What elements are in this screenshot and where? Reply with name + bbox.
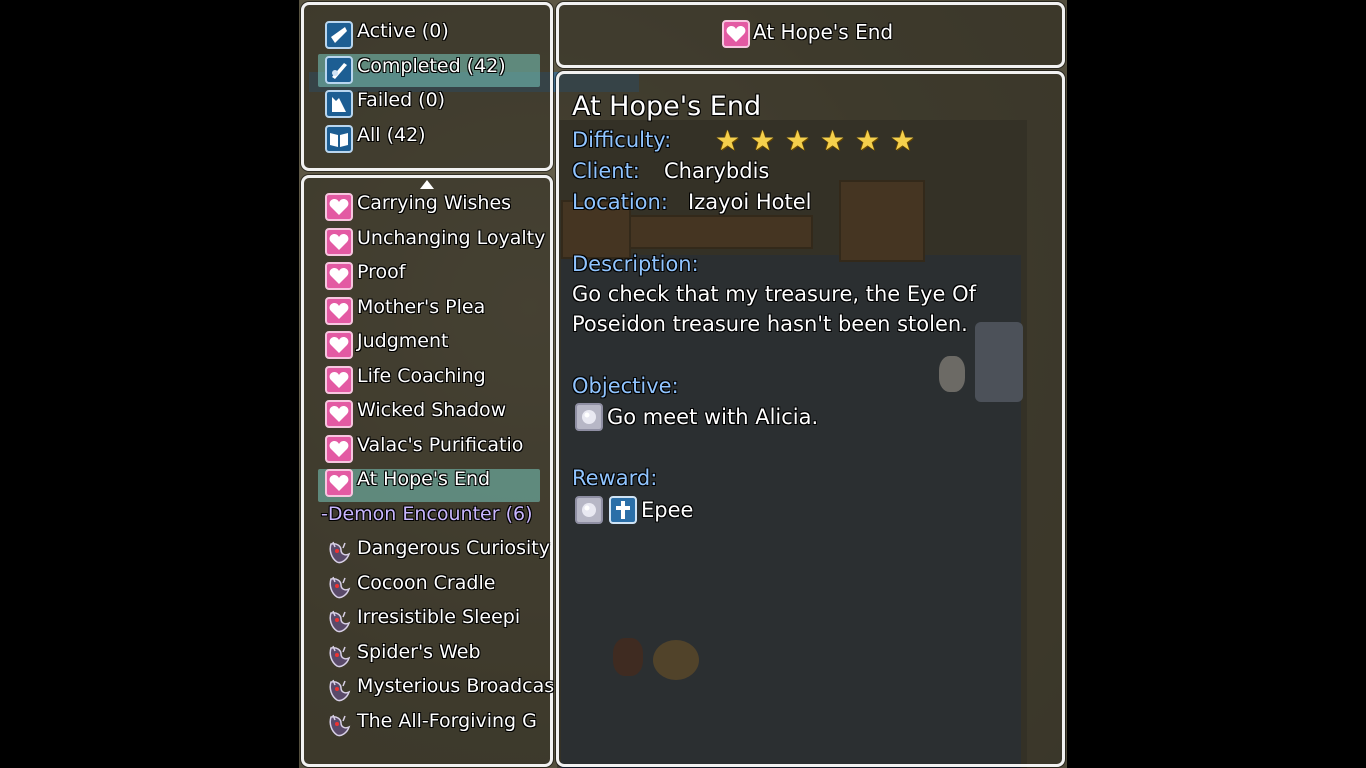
category-item-label[interactable]: Completed (42): [357, 53, 506, 79]
client-value: Charybdis: [664, 159, 770, 183]
demon-quest-item-label[interactable]: The All-Forgiving G: [357, 708, 537, 734]
difficulty-label: Difficulty:: [572, 128, 672, 152]
client-label: Client:: [572, 159, 640, 183]
pearl-icon: [575, 403, 603, 431]
difficulty-star-icon: ★: [855, 124, 881, 157]
difficulty-star-icon: ★: [785, 124, 811, 157]
location-label: Location:: [572, 190, 668, 214]
heart-icon: [325, 296, 353, 325]
reward-label: Reward:: [572, 466, 658, 490]
category-item-label[interactable]: Active (0): [357, 18, 449, 44]
description-line-2: Poseidon treasure hasn't been stolen.: [572, 312, 968, 336]
heart-icon: [325, 193, 353, 221]
difficulty-star-icon: ★: [820, 124, 846, 157]
difficulty-star-icon: ★: [890, 124, 916, 157]
quest-item-label[interactable]: Life Coaching: [357, 363, 486, 389]
demon-icon: [325, 676, 353, 704]
heart-icon: [325, 400, 353, 428]
title-window-label: At Hope's End: [753, 20, 894, 44]
group-header-demon-encounter[interactable]: -Demon Encounter (6): [321, 501, 533, 527]
quest-item-label[interactable]: At Hope's End: [357, 466, 490, 492]
quest-item-label[interactable]: Valac's Purificatio: [357, 432, 523, 458]
objective-label: Objective:: [572, 374, 679, 398]
heart-icon: [722, 20, 750, 48]
quest-item-label[interactable]: Unchanging Loyalty: [357, 225, 545, 251]
heart-icon: [325, 227, 353, 256]
pearl-icon: [575, 496, 603, 524]
game-screen: At Hope's End At Hope's End Difficulty: …: [299, 0, 1067, 768]
demon-quest-item-label[interactable]: Irresistible Sleepi: [357, 604, 520, 630]
broken-icon: [325, 90, 353, 118]
description-line-1: Go check that my treasure, the Eye Of: [572, 282, 977, 306]
heart-icon: [325, 469, 353, 497]
demon-icon: [325, 538, 353, 566]
location-value: Izayoi Hotel: [688, 190, 812, 214]
heart-icon: [325, 434, 353, 463]
objective-value: Go meet with Alicia.: [607, 405, 819, 429]
reward-value: Epee: [641, 498, 694, 522]
quest-item-label[interactable]: Proof: [357, 259, 405, 285]
quest-item-label[interactable]: Mother's Plea: [357, 294, 485, 320]
quest-item-label[interactable]: Judgment: [357, 328, 448, 354]
demon-icon: [325, 711, 353, 739]
quest-scroll-icon: [325, 21, 353, 49]
demon-icon: [325, 642, 353, 670]
quill-icon: [325, 55, 353, 84]
quest-item-label[interactable]: Carrying Wishes: [357, 190, 511, 216]
description-label: Description:: [572, 252, 699, 276]
book-icon: [325, 124, 353, 153]
category-item-label[interactable]: Failed (0): [357, 87, 445, 113]
sword-icon: [609, 496, 637, 524]
quest-title: At Hope's End: [572, 91, 762, 122]
heart-icon: [325, 262, 353, 290]
difficulty-star-icon: ★: [715, 124, 741, 157]
category-item-label[interactable]: All (42): [357, 122, 426, 148]
demon-icon: [325, 607, 353, 635]
demon-quest-item-label[interactable]: Spider's Web: [357, 639, 481, 665]
demon-quest-item-label[interactable]: Cocoon Cradle: [357, 570, 495, 596]
quest-item-label[interactable]: Wicked Shadow: [357, 397, 506, 423]
demon-icon: [325, 573, 353, 601]
demon-quest-item-label[interactable]: Dangerous Curiosity: [357, 535, 550, 561]
demon-quest-item-label[interactable]: Mysterious Broadcas: [357, 673, 554, 699]
heart-icon: [325, 331, 353, 359]
difficulty-star-icon: ★: [750, 124, 776, 157]
scroll-up-arrow-icon[interactable]: [420, 180, 434, 189]
heart-icon: [325, 365, 353, 394]
